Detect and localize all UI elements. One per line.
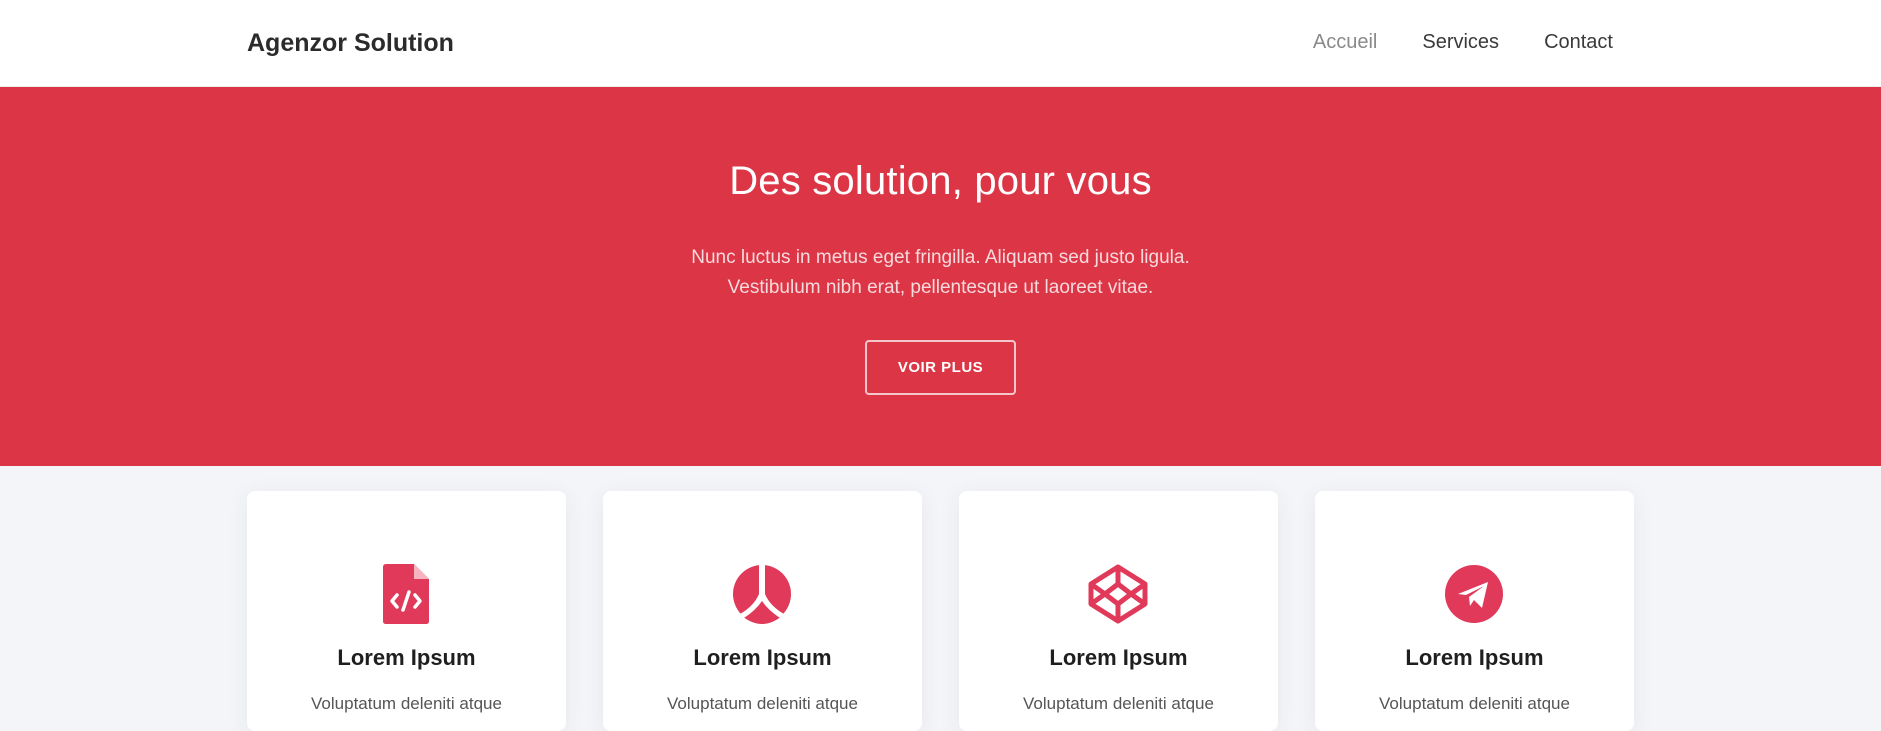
ethereum-icon <box>732 564 792 624</box>
paper-plane-icon <box>1444 564 1504 624</box>
codepen-icon <box>1088 564 1148 624</box>
hero-section: Des solution, pour vous Nunc luctus in m… <box>0 87 1881 466</box>
nav-menu: Accueil Services Contact <box>1313 31 1613 54</box>
service-card-text: Voluptatum deleniti atque <box>1023 694 1214 713</box>
service-card: Lorem Ipsum Voluptatum deleniti atque <box>1315 491 1634 731</box>
service-card: Lorem Ipsum Voluptatum deleniti atque <box>247 491 566 731</box>
nav-link-contact[interactable]: Contact <box>1544 31 1613 54</box>
navbar: Agenzor Solution Accueil Services Contac… <box>0 0 1881 87</box>
service-card-text: Voluptatum deleniti atque <box>311 694 502 713</box>
hero-description-line-2: Vestibulum nibh erat, pellentesque ut la… <box>727 277 1154 298</box>
service-card-text: Voluptatum deleniti atque <box>1379 694 1570 713</box>
voir-plus-button[interactable]: VOIR PLUS <box>865 340 1016 395</box>
hero-description-line-1: Nunc luctus in metus eget fringilla. Ali… <box>691 247 1190 268</box>
nav-link-accueil[interactable]: Accueil <box>1313 31 1377 54</box>
service-card-title: Lorem Ipsum <box>693 645 832 670</box>
service-card-text: Voluptatum deleniti atque <box>667 694 858 713</box>
hero-title: Des solution, pour vous <box>729 159 1152 203</box>
service-card: Lorem Ipsum Voluptatum deleniti atque <box>959 491 1278 731</box>
service-card: Lorem Ipsum Voluptatum deleniti atque <box>603 491 922 731</box>
service-card-title: Lorem Ipsum <box>1049 645 1188 670</box>
brand-logo[interactable]: Agenzor Solution <box>247 29 454 58</box>
services-cards: Lorem Ipsum Voluptatum deleniti atque Lo… <box>247 491 1634 731</box>
nav-link-services[interactable]: Services <box>1422 31 1499 54</box>
service-card-title: Lorem Ipsum <box>1405 645 1544 670</box>
hero-description: Nunc luctus in metus eget fringilla. Ali… <box>0 243 1881 303</box>
file-code-icon <box>376 564 436 624</box>
service-card-title: Lorem Ipsum <box>337 645 476 670</box>
